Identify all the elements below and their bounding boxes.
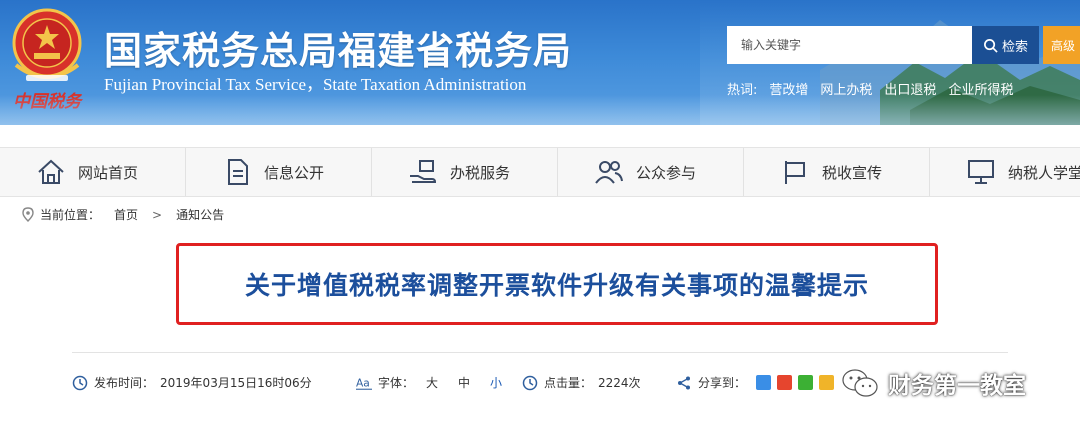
share-icon xyxy=(678,376,690,389)
nav-item-info[interactable]: 信息公开 xyxy=(186,148,372,196)
search-button-label: 检索 xyxy=(1001,39,1028,55)
hits-group: 点击量： 2224次 xyxy=(522,374,641,391)
nav-item-label: 纳税人学堂 xyxy=(1008,163,1080,182)
hotword-link[interactable]: 出口退税 xyxy=(884,79,936,98)
nav-item-label: 信息公开 xyxy=(264,163,325,182)
hotword-link[interactable]: 营改增 xyxy=(769,79,808,98)
publish-time-group: 发布时间： 2019年03月15日16时06分 xyxy=(72,374,312,391)
home-icon xyxy=(38,159,64,184)
nav-item-home[interactable]: 网站首页 xyxy=(0,148,186,196)
main-nav: 网站首页 信息公开 办税服务 公众参与 税收宣传 纳税人学堂 xyxy=(0,147,1080,197)
hits-icon xyxy=(522,375,538,390)
watermark: 财务第一教室 xyxy=(840,366,1026,400)
advanced-search-label: 高级 xyxy=(1051,38,1076,53)
people-icon xyxy=(595,161,623,184)
breadcrumb-separator: > xyxy=(152,207,163,222)
hotword-link[interactable]: 网上办税 xyxy=(820,79,872,98)
publish-time-label: 发布时间： xyxy=(94,376,155,390)
article-title: 关于增值税税率调整开票软件升级有关事项的温馨提示 xyxy=(244,271,869,300)
breadcrumb: 当前位置： 首页 > 通知公告 xyxy=(22,206,224,223)
breadcrumb-link-home[interactable]: 首页 xyxy=(114,206,138,223)
share-label: 分享到： xyxy=(698,376,747,390)
emblem-caption: 中国税务 xyxy=(13,92,84,112)
nav-item-label: 办税服务 xyxy=(450,163,511,182)
national-emblem-logo: 中国税务 xyxy=(12,8,84,112)
nav-item-taxpayer-school[interactable]: 纳税人学堂 xyxy=(930,148,1080,196)
breadcrumb-link-notices[interactable]: 通知公告 xyxy=(176,206,224,223)
title-highlight-box: 关于增值税税率调整开票软件升级有关事项的温馨提示 xyxy=(176,243,938,325)
nav-item-label: 网站首页 xyxy=(78,163,139,182)
breadcrumb-label: 当前位置： xyxy=(40,208,101,222)
nav-item-tax-promotion[interactable]: 税收宣传 xyxy=(744,148,930,196)
hotwords-label: 热词: xyxy=(727,83,758,98)
hits-value: 2224次 xyxy=(598,376,641,390)
search-icon xyxy=(984,38,998,53)
font-size-label: 字体： xyxy=(378,376,415,390)
share-weibo-icon[interactable] xyxy=(777,375,793,390)
svg-text:Aa: Aa xyxy=(356,376,370,389)
hotword-link[interactable]: 企业所得税 xyxy=(948,79,1013,98)
search-button[interactable]: 检索 xyxy=(972,26,1039,64)
search-input[interactable] xyxy=(727,26,972,64)
font-size-large-button[interactable]: 大 xyxy=(426,374,438,391)
publish-time-value: 2019年03月15日16时06分 xyxy=(160,376,312,390)
document-icon xyxy=(228,159,248,185)
nav-item-tax-service[interactable]: 办税服务 xyxy=(372,148,558,196)
location-pin-icon xyxy=(22,207,34,222)
hotwords-bar: 热词: 营改增 网上办税 出口退税 企业所得税 xyxy=(727,79,1013,98)
watermark-text: 财务第一教室 xyxy=(888,373,1026,399)
flag-icon xyxy=(785,161,805,184)
site-subtitle: Fujian Provincial Tax Service，State Taxa… xyxy=(104,75,527,94)
font-size-medium-button[interactable]: 中 xyxy=(458,374,470,391)
site-header: 中国税务 国家税务总局福建省税务局 Fujian Provincial Tax … xyxy=(0,0,1080,125)
font-size-group: Aa 字体： 大 中 小 xyxy=(356,374,502,391)
advanced-search-button[interactable]: 高级 xyxy=(1043,26,1080,64)
site-title: 国家税务总局福建省税务局 xyxy=(104,29,573,73)
divider xyxy=(72,352,1008,353)
clock-icon xyxy=(72,375,88,390)
hits-label: 点击量： xyxy=(544,376,593,390)
share-wechat-icon[interactable] xyxy=(798,375,814,390)
font-size-small-button[interactable]: 小 xyxy=(490,374,502,391)
share-qq-icon[interactable] xyxy=(819,375,835,390)
share-group: 分享到： xyxy=(676,374,835,391)
share-qzone-icon[interactable] xyxy=(756,375,772,390)
nav-item-label: 公众参与 xyxy=(636,163,697,182)
monitor-icon xyxy=(968,160,994,184)
nav-item-label: 税收宣传 xyxy=(822,163,883,182)
nav-item-public[interactable]: 公众参与 xyxy=(558,148,744,196)
font-size-icon: Aa xyxy=(356,376,372,390)
hand-service-icon xyxy=(410,160,437,183)
wechat-logo-icon xyxy=(842,369,878,397)
